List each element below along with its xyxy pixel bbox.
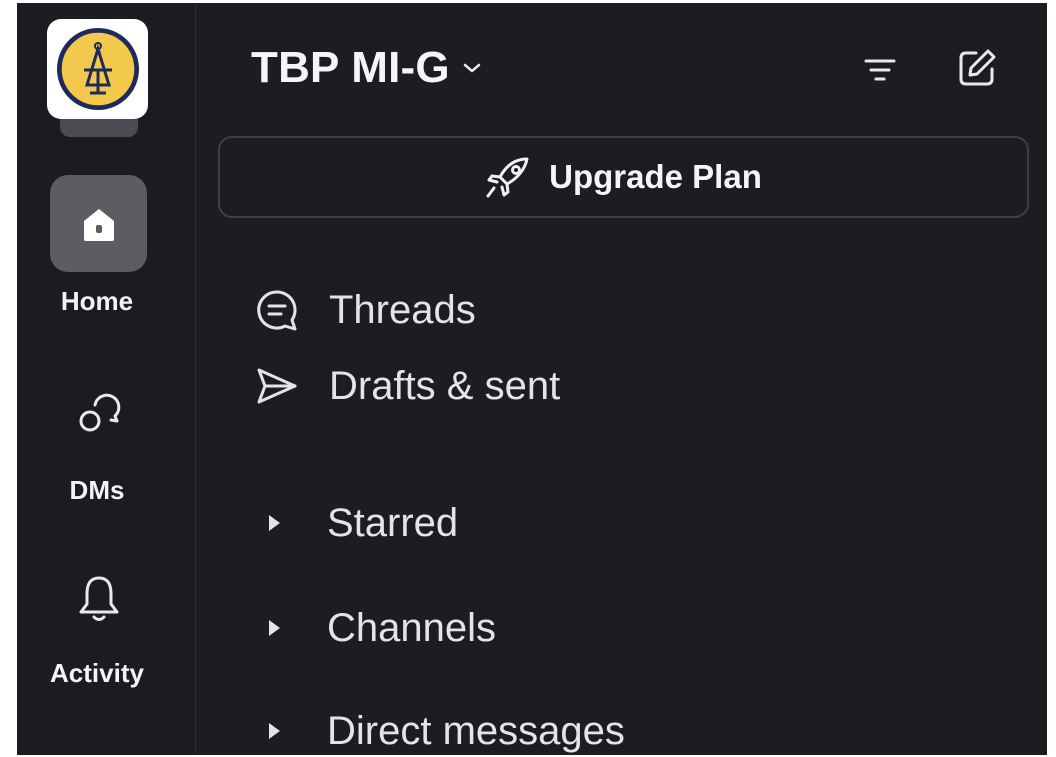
thread-icon — [255, 288, 307, 332]
caret-right-icon — [267, 722, 327, 740]
house-icon — [83, 208, 114, 241]
section-starred-label: Starred — [327, 500, 459, 545]
tau-beta-pi-bent-icon — [56, 28, 139, 110]
nav-drafts-sent-label: Drafts & sent — [329, 363, 561, 408]
section-channels-label: Channels — [327, 605, 497, 650]
rail-home-button[interactable] — [50, 175, 147, 272]
rail-home-label: Home — [60, 286, 134, 316]
caret-right-icon — [267, 514, 327, 532]
workspace-name: TBP MI-G — [251, 43, 450, 92]
upgrade-plan-button[interactable]: Upgrade Plan — [218, 136, 1029, 218]
workspace-logo-button[interactable] — [47, 19, 148, 119]
upgrade-plan-label: Upgrade Plan — [549, 158, 762, 195]
compose-icon — [959, 49, 996, 86]
filter-button[interactable] — [857, 47, 903, 93]
bell-icon — [79, 576, 119, 621]
rail-activity-label: Activity — [50, 658, 144, 688]
chevron-down-icon — [462, 61, 482, 75]
caret-right-icon — [267, 619, 327, 637]
nav-threads[interactable]: Threads — [255, 282, 476, 338]
send-icon — [255, 366, 307, 406]
section-starred[interactable]: Starred — [267, 495, 458, 551]
section-direct-messages[interactable]: Direct messages — [267, 703, 625, 755]
filter-icon — [864, 59, 896, 81]
chat-bubbles-icon — [79, 393, 121, 432]
workspace-rail: Home DMs Activity — [17, 3, 195, 755]
nav-drafts-sent[interactable]: Drafts & sent — [255, 358, 560, 414]
rail-dms-button[interactable] — [69, 383, 129, 443]
section-channels[interactable]: Channels — [267, 600, 496, 656]
app-window: Home DMs Activity TBP MI-G Upgrade Plan … — [17, 3, 1047, 755]
rail-dms-label: DMs — [69, 475, 125, 505]
rail-divider — [195, 3, 196, 755]
compose-button[interactable] — [954, 45, 1000, 91]
rocket-icon — [485, 155, 533, 199]
nav-threads-label: Threads — [329, 287, 476, 332]
rail-activity-button[interactable] — [69, 569, 129, 629]
workspace-name-button[interactable]: TBP MI-G — [251, 43, 482, 93]
section-direct-messages-label: Direct messages — [327, 708, 625, 753]
